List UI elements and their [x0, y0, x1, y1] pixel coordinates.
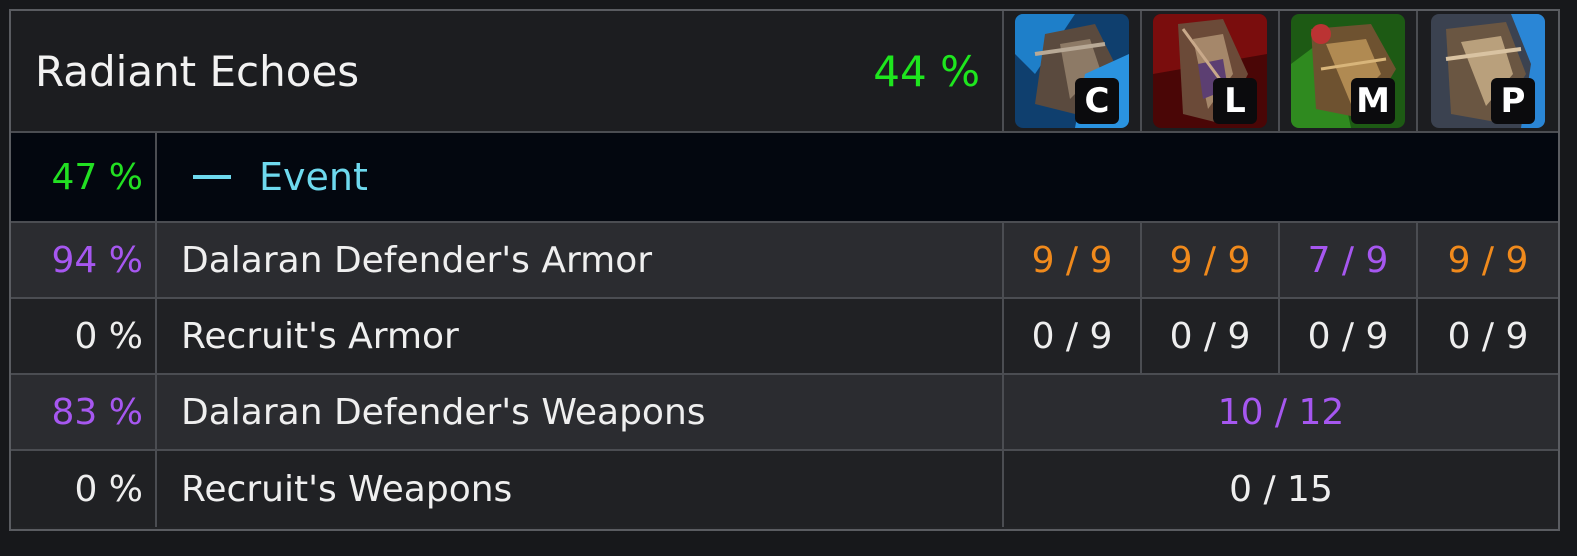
armor-icon-blue: C — [1015, 14, 1129, 128]
overall-progress: 44 % — [873, 46, 980, 96]
armor-icon-tan: P — [1431, 14, 1545, 128]
page-title: Radiant Echoes — [35, 46, 360, 96]
character-count: 0 / 9 — [1418, 299, 1558, 375]
character-column-p[interactable]: P — [1418, 11, 1558, 133]
set-name[interactable]: Dalaran Defender's Weapons — [157, 375, 1004, 451]
armor-icon-green: M — [1291, 14, 1405, 128]
character-count: 0 / 9 — [1280, 299, 1418, 375]
event-label: Event — [259, 155, 368, 199]
character-column-m[interactable]: M — [1280, 11, 1418, 133]
event-category-header[interactable]: Event — [157, 133, 1558, 223]
armor-icon-red: L — [1153, 14, 1267, 128]
character-count: 0 / 9 — [1004, 299, 1142, 375]
character-badge: P — [1491, 78, 1535, 124]
character-column-c[interactable]: C — [1004, 11, 1142, 133]
row-progress: 83 % — [11, 375, 157, 451]
collection-panel: Radiant Echoes 44 % C L M P 47 % Event 9… — [9, 9, 1560, 531]
set-name[interactable]: Recruit's Armor — [157, 299, 1004, 375]
character-count: 7 / 9 — [1280, 223, 1418, 299]
set-name[interactable]: Dalaran Defender's Armor — [157, 223, 1004, 299]
character-badge: C — [1075, 78, 1119, 124]
combined-count: 10 / 12 — [1004, 375, 1558, 451]
header-title-cell: Radiant Echoes 44 % — [11, 11, 1004, 133]
event-progress: 47 % — [11, 133, 157, 223]
row-progress: 0 % — [11, 299, 157, 375]
character-column-l[interactable]: L — [1142, 11, 1280, 133]
character-count: 9 / 9 — [1418, 223, 1558, 299]
row-progress: 0 % — [11, 451, 157, 527]
character-count: 9 / 9 — [1004, 223, 1142, 299]
character-count: 9 / 9 — [1142, 223, 1280, 299]
character-badge: M — [1351, 78, 1395, 124]
combined-count: 0 / 15 — [1004, 451, 1558, 527]
set-name[interactable]: Recruit's Weapons — [157, 451, 1004, 527]
character-badge: L — [1213, 78, 1257, 124]
row-progress: 94 % — [11, 223, 157, 299]
collapse-icon[interactable] — [193, 175, 231, 179]
character-count: 0 / 9 — [1142, 299, 1280, 375]
